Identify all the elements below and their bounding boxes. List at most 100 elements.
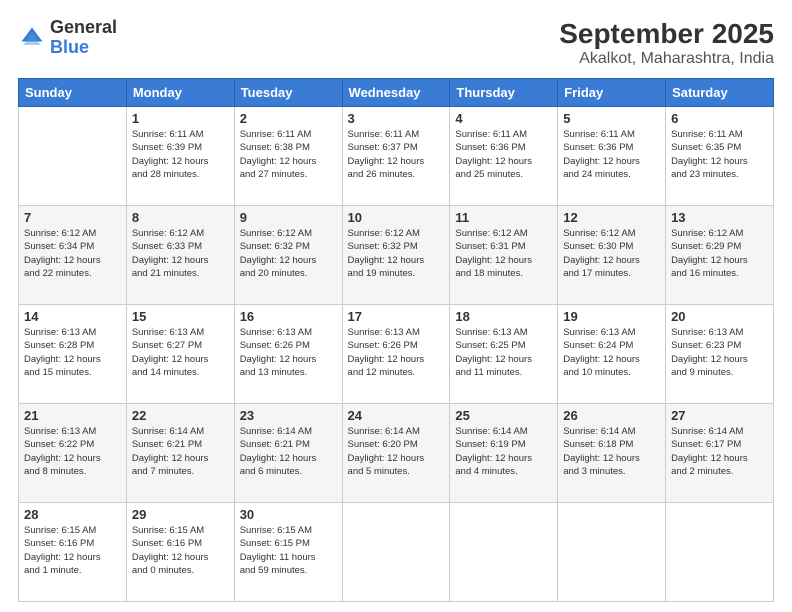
day-info: Sunrise: 6:15 AM Sunset: 6:15 PM Dayligh… <box>240 524 337 577</box>
day-number: 23 <box>240 408 337 423</box>
calendar-week-row: 7 Sunrise: 6:12 AM Sunset: 6:34 PM Daylig… <box>19 206 774 305</box>
calendar-cell <box>19 107 127 206</box>
day-number: 24 <box>348 408 445 423</box>
day-number: 10 <box>348 210 445 225</box>
day-number: 14 <box>24 309 121 324</box>
calendar-cell: 15Sunrise: 6:13 AM Sunset: 6:27 PM Dayli… <box>126 305 234 404</box>
day-number: 28 <box>24 507 121 522</box>
calendar-week-row: 14Sunrise: 6:13 AM Sunset: 6:28 PM Dayli… <box>19 305 774 404</box>
day-info: Sunrise: 6:14 AM Sunset: 6:19 PM Dayligh… <box>455 425 552 478</box>
day-info: Sunrise: 6:11 AM Sunset: 6:35 PM Dayligh… <box>671 128 768 181</box>
calendar-cell <box>450 503 558 602</box>
subtitle: Akalkot, Maharashtra, India <box>559 50 774 68</box>
day-number: 7 <box>24 210 121 225</box>
day-info: Sunrise: 6:11 AM Sunset: 6:36 PM Dayligh… <box>563 128 660 181</box>
day-number: 9 <box>240 210 337 225</box>
calendar-cell: 13 Sunrise: 6:12 AM Sunset: 6:29 PM Dayli… <box>666 206 774 305</box>
day-number: 20 <box>671 309 768 324</box>
calendar-cell: 11 Sunrise: 6:12 AM Sunset: 6:31 PM Dayli… <box>450 206 558 305</box>
calendar-cell: 26 Sunrise: 6:14 AM Sunset: 6:18 PM Dayli… <box>558 404 666 503</box>
day-number: 15 <box>132 309 229 324</box>
calendar-cell: 29Sunrise: 6:15 AM Sunset: 6:16 PM Dayli… <box>126 503 234 602</box>
day-number: 16 <box>240 309 337 324</box>
calendar-cell: 25 Sunrise: 6:14 AM Sunset: 6:19 PM Dayli… <box>450 404 558 503</box>
day-number: 13 <box>671 210 768 225</box>
day-info: Sunrise: 6:12 AM Sunset: 6:29 PM Dayligh… <box>671 227 768 280</box>
calendar-cell: 8 Sunrise: 6:12 AM Sunset: 6:33 PM Daylig… <box>126 206 234 305</box>
calendar-cell <box>342 503 450 602</box>
day-info: Sunrise: 6:11 AM Sunset: 6:37 PM Dayligh… <box>348 128 445 181</box>
day-info: Sunrise: 6:13 AM Sunset: 6:23 PM Dayligh… <box>671 326 768 379</box>
calendar-cell: 21 Sunrise: 6:13 AM Sunset: 6:22 PM Dayli… <box>19 404 127 503</box>
calendar-cell: 17Sunrise: 6:13 AM Sunset: 6:26 PM Dayli… <box>342 305 450 404</box>
day-info: Sunrise: 6:14 AM Sunset: 6:20 PM Dayligh… <box>348 425 445 478</box>
calendar-cell: 7 Sunrise: 6:12 AM Sunset: 6:34 PM Daylig… <box>19 206 127 305</box>
day-number: 8 <box>132 210 229 225</box>
day-info: Sunrise: 6:15 AM Sunset: 6:16 PM Dayligh… <box>132 524 229 577</box>
logo: General Blue <box>18 18 117 58</box>
calendar-day-header: Monday <box>126 79 234 107</box>
day-info: Sunrise: 6:12 AM Sunset: 6:32 PM Dayligh… <box>240 227 337 280</box>
day-info: Sunrise: 6:12 AM Sunset: 6:32 PM Dayligh… <box>348 227 445 280</box>
calendar-cell: 6 Sunrise: 6:11 AM Sunset: 6:35 PM Daylig… <box>666 107 774 206</box>
day-info: Sunrise: 6:12 AM Sunset: 6:31 PM Dayligh… <box>455 227 552 280</box>
day-info: Sunrise: 6:11 AM Sunset: 6:36 PM Dayligh… <box>455 128 552 181</box>
calendar-cell: 20 Sunrise: 6:13 AM Sunset: 6:23 PM Dayli… <box>666 305 774 404</box>
calendar-day-header: Sunday <box>19 79 127 107</box>
day-number: 3 <box>348 111 445 126</box>
calendar-cell: 14Sunrise: 6:13 AM Sunset: 6:28 PM Dayli… <box>19 305 127 404</box>
day-info: Sunrise: 6:12 AM Sunset: 6:34 PM Dayligh… <box>24 227 121 280</box>
calendar-cell: 10 Sunrise: 6:12 AM Sunset: 6:32 PM Dayli… <box>342 206 450 305</box>
calendar-cell: 2 Sunrise: 6:11 AM Sunset: 6:38 PM Daylig… <box>234 107 342 206</box>
calendar-cell: 28 Sunrise: 6:15 AM Sunset: 6:16 PM Dayli… <box>19 503 127 602</box>
calendar-week-row: 28 Sunrise: 6:15 AM Sunset: 6:16 PM Dayli… <box>19 503 774 602</box>
day-number: 2 <box>240 111 337 126</box>
day-info: Sunrise: 6:11 AM Sunset: 6:38 PM Dayligh… <box>240 128 337 181</box>
day-info: Sunrise: 6:13 AM Sunset: 6:25 PM Dayligh… <box>455 326 552 379</box>
day-info: Sunrise: 6:14 AM Sunset: 6:17 PM Dayligh… <box>671 425 768 478</box>
day-info: Sunrise: 6:12 AM Sunset: 6:30 PM Dayligh… <box>563 227 660 280</box>
calendar-cell: 30Sunrise: 6:15 AM Sunset: 6:15 PM Dayli… <box>234 503 342 602</box>
day-number: 19 <box>563 309 660 324</box>
calendar-cell <box>666 503 774 602</box>
calendar-cell: 23Sunrise: 6:14 AM Sunset: 6:21 PM Dayli… <box>234 404 342 503</box>
day-info: Sunrise: 6:15 AM Sunset: 6:16 PM Dayligh… <box>24 524 121 577</box>
day-number: 1 <box>132 111 229 126</box>
calendar-week-row: 1 Sunrise: 6:11 AM Sunset: 6:39 PM Daylig… <box>19 107 774 206</box>
calendar-cell: 22Sunrise: 6:14 AM Sunset: 6:21 PM Dayli… <box>126 404 234 503</box>
calendar-cell: 9 Sunrise: 6:12 AM Sunset: 6:32 PM Daylig… <box>234 206 342 305</box>
page: General Blue September 2025 Akalkot, Mah… <box>0 0 792 612</box>
day-number: 21 <box>24 408 121 423</box>
title-block: September 2025 Akalkot, Maharashtra, Ind… <box>559 18 774 68</box>
day-info: Sunrise: 6:13 AM Sunset: 6:26 PM Dayligh… <box>240 326 337 379</box>
calendar-day-header: Thursday <box>450 79 558 107</box>
calendar-day-header: Friday <box>558 79 666 107</box>
calendar-cell: 27Sunrise: 6:14 AM Sunset: 6:17 PM Dayli… <box>666 404 774 503</box>
logo-text: General Blue <box>50 18 117 58</box>
calendar-cell: 16 Sunrise: 6:13 AM Sunset: 6:26 PM Dayli… <box>234 305 342 404</box>
day-number: 6 <box>671 111 768 126</box>
day-number: 18 <box>455 309 552 324</box>
main-title: September 2025 <box>559 18 774 50</box>
day-info: Sunrise: 6:14 AM Sunset: 6:18 PM Dayligh… <box>563 425 660 478</box>
day-number: 25 <box>455 408 552 423</box>
calendar-day-header: Tuesday <box>234 79 342 107</box>
day-info: Sunrise: 6:13 AM Sunset: 6:24 PM Dayligh… <box>563 326 660 379</box>
calendar-cell: 19 Sunrise: 6:13 AM Sunset: 6:24 PM Dayli… <box>558 305 666 404</box>
day-info: Sunrise: 6:13 AM Sunset: 6:22 PM Dayligh… <box>24 425 121 478</box>
day-number: 17 <box>348 309 445 324</box>
day-number: 5 <box>563 111 660 126</box>
day-info: Sunrise: 6:11 AM Sunset: 6:39 PM Dayligh… <box>132 128 229 181</box>
day-number: 11 <box>455 210 552 225</box>
day-info: Sunrise: 6:14 AM Sunset: 6:21 PM Dayligh… <box>132 425 229 478</box>
calendar-week-row: 21 Sunrise: 6:13 AM Sunset: 6:22 PM Dayli… <box>19 404 774 503</box>
calendar-cell: 1 Sunrise: 6:11 AM Sunset: 6:39 PM Daylig… <box>126 107 234 206</box>
day-info: Sunrise: 6:12 AM Sunset: 6:33 PM Dayligh… <box>132 227 229 280</box>
logo-blue: Blue <box>50 38 117 58</box>
day-number: 12 <box>563 210 660 225</box>
day-number: 4 <box>455 111 552 126</box>
calendar-cell: 4 Sunrise: 6:11 AM Sunset: 6:36 PM Daylig… <box>450 107 558 206</box>
calendar-cell: 3 Sunrise: 6:11 AM Sunset: 6:37 PM Daylig… <box>342 107 450 206</box>
calendar-table: SundayMondayTuesdayWednesdayThursdayFrid… <box>18 78 774 602</box>
day-number: 26 <box>563 408 660 423</box>
